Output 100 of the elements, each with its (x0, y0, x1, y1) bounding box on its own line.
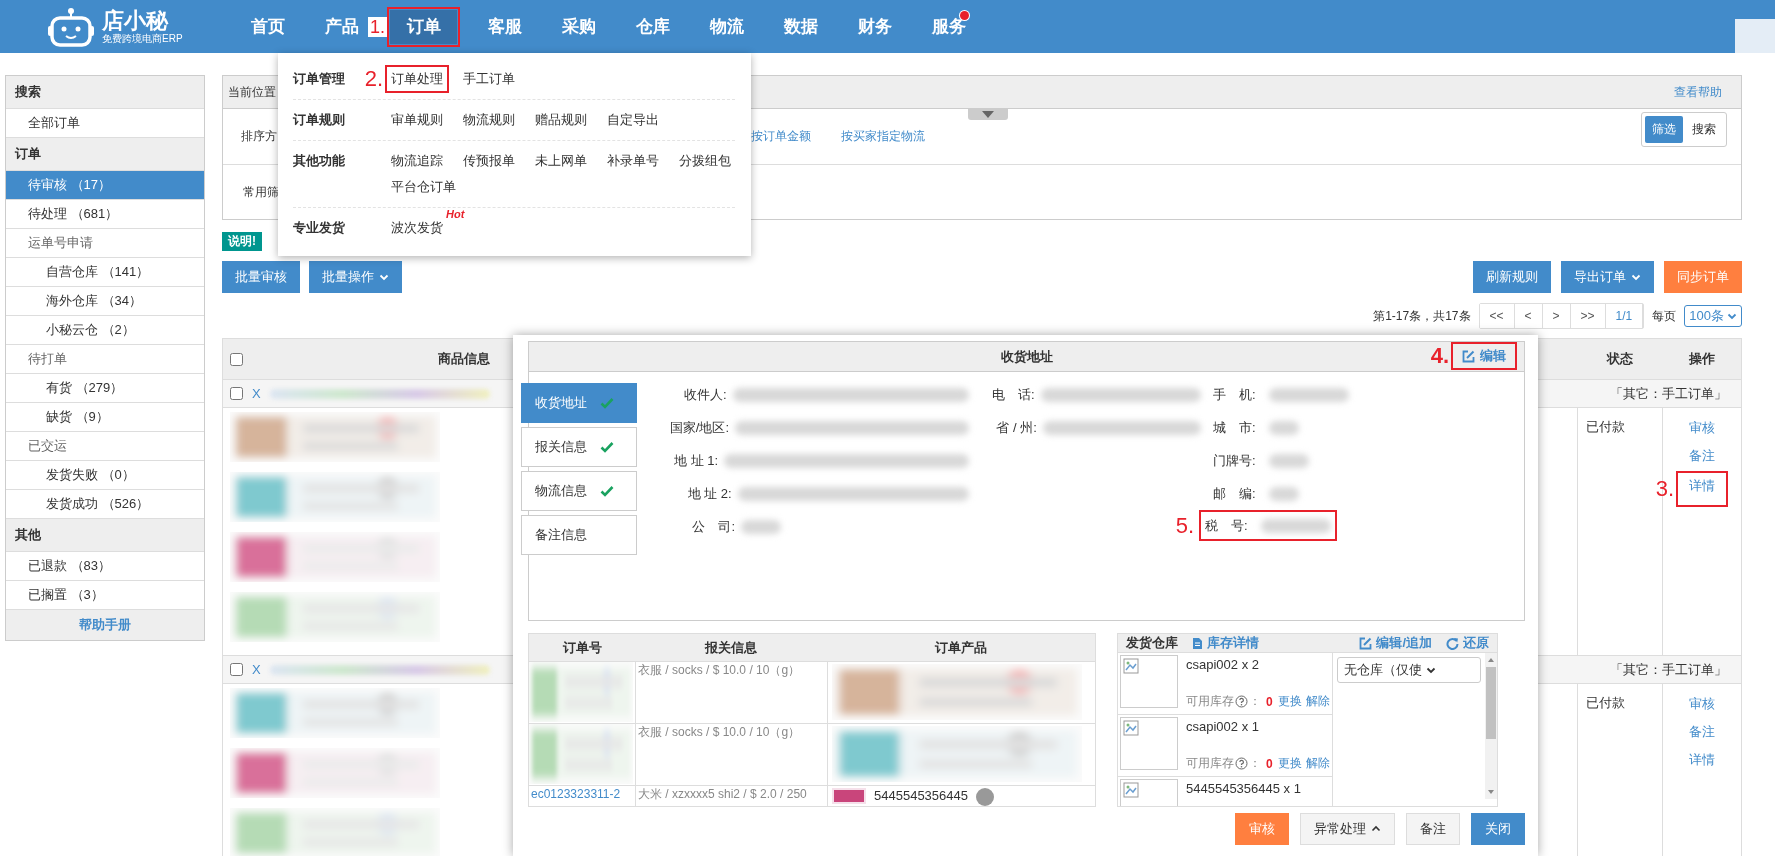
order-number-link[interactable]: ec0123323311-2 (529, 785, 623, 803)
nav-tab[interactable]: 物流 (701, 9, 753, 44)
caret-icon (982, 111, 994, 118)
edit-link[interactable]: 编辑 (1454, 345, 1514, 367)
menu-item[interactable]: 补录单号 (604, 150, 662, 172)
header-link[interactable]: 库存详情 (1192, 634, 1259, 652)
dialog-button[interactable]: 审核 (1235, 813, 1289, 845)
sort-option[interactable]: 按买家指定物流 (841, 128, 925, 145)
menu-item[interactable]: 自定导出 (604, 109, 662, 131)
action-button[interactable]: 导出订单 (1561, 261, 1654, 293)
help-link[interactable]: 查看帮助 (1674, 83, 1722, 101)
header-link[interactable]: 编辑/追加 (1359, 634, 1432, 652)
row-action-link[interactable]: 解除 (1306, 693, 1330, 710)
select-all-checkbox[interactable] (230, 352, 243, 366)
blurred-value (741, 519, 781, 534)
action-link[interactable]: 审核 (1685, 418, 1719, 438)
side-tab[interactable]: 收货地址 (521, 383, 637, 423)
menu-item[interactable]: 赠品规则 (532, 109, 590, 131)
field-label: 手 机: (1213, 385, 1257, 404)
nav-tab[interactable]: 订单 (390, 9, 457, 44)
row-action-link[interactable]: 更换 (1278, 755, 1302, 772)
menu-item[interactable]: 波次发货 (388, 217, 446, 239)
dialog-button[interactable]: 备注 (1406, 813, 1460, 845)
broken-image-icon (1123, 782, 1139, 798)
side-tab[interactable]: 报关信息 (521, 427, 637, 467)
nav-tab[interactable]: 采购 (553, 9, 605, 44)
action-button[interactable]: 同步订单 (1664, 261, 1742, 293)
help-manual-link[interactable]: 帮助手册 (6, 610, 204, 640)
row-action-link[interactable]: 更换 (1278, 693, 1302, 710)
bulk-button[interactable]: 批量操作 (309, 261, 402, 293)
menu-group-title: 订单管理 (293, 70, 345, 88)
pager-button[interactable]: << (1479, 304, 1515, 328)
nav-tab[interactable]: 数据 (775, 9, 827, 44)
menu-item[interactable]: 传预报单 (460, 150, 518, 172)
colon-text: ： (1249, 755, 1261, 772)
column-header: 商品信息 (438, 350, 490, 368)
bulk-button[interactable]: 批量审核 (222, 261, 300, 293)
menu-item[interactable]: 分拨组包 (676, 150, 734, 172)
sort-option[interactable]: 按订单金额 (751, 128, 811, 145)
column-header: 报关信息 (703, 638, 758, 657)
menu-item[interactable]: 未上网单 (532, 150, 590, 172)
menu-item[interactable]: 物流规则 (460, 109, 518, 131)
action-link[interactable]: 备注 (1685, 446, 1719, 466)
nav-tab[interactable]: 服务 (923, 9, 975, 44)
order-source: 「其它：手工订单」 (1610, 660, 1727, 679)
status-cell: 已付款 (1577, 684, 1662, 856)
dialog-button[interactable]: 异常处理 (1300, 813, 1395, 845)
column-header: 操作 (1687, 350, 1716, 368)
info-icon (976, 788, 994, 806)
edit-icon (1462, 349, 1475, 363)
step-number: 5. (1175, 514, 1194, 537)
order-number-link[interactable]: X (252, 386, 261, 401)
nav-tab[interactable]: 财务 (849, 9, 901, 44)
side-tab[interactable]: 备注信息 (521, 515, 637, 555)
help-icon (1235, 757, 1248, 770)
blurred-value (1269, 486, 1299, 501)
broken-image-icon (1123, 720, 1139, 736)
order-checkbox[interactable] (230, 663, 243, 676)
action-link[interactable]: 审核 (1685, 694, 1719, 714)
chevron-down-icon (1727, 311, 1737, 321)
colon-text: ： (1249, 693, 1261, 710)
warehouse-select[interactable]: 无仓库（仅使 (1337, 657, 1481, 683)
order-checkbox[interactable] (230, 387, 243, 400)
blurred-value (1261, 518, 1331, 533)
field-label: 地 址 1: (673, 451, 719, 470)
nav-tab[interactable]: 首页 (242, 9, 294, 44)
stock-count: 0 (1266, 694, 1273, 709)
menu-item[interactable]: 物流追踪 (388, 150, 446, 172)
toggle-tab[interactable]: 筛选 (1645, 116, 1683, 143)
order-number-link[interactable]: X (252, 662, 261, 677)
header-link[interactable]: 还原 (1446, 634, 1489, 652)
document-icon (1192, 636, 1203, 650)
logo-tagline: 免费跨境电商ERP (102, 33, 183, 44)
menu-item[interactable]: 审单规则 (388, 109, 446, 131)
menu-item[interactable]: 订单处理 (388, 68, 446, 90)
row-action-link[interactable]: 解除 (1306, 755, 1330, 772)
action-link[interactable]: 详情 (1679, 474, 1725, 504)
action-link[interactable]: 详情 (1685, 750, 1719, 770)
menu-item[interactable]: 手工订单 (460, 68, 518, 90)
expand-handle[interactable] (968, 109, 1008, 120)
side-tab[interactable]: 物流信息 (521, 471, 637, 511)
sidebar-section-title: 搜索 (6, 76, 204, 109)
hot-tag: Hot (446, 209, 465, 220)
action-button[interactable]: 刷新规则 (1473, 261, 1551, 293)
per-page-select[interactable]: 100条 (1684, 305, 1742, 327)
sidebar-item[interactable]: 待审核 （17） (6, 171, 204, 200)
menu-group-title: 专业发货 (293, 219, 345, 237)
dialog-button[interactable]: 关闭 (1471, 813, 1525, 845)
nav-tab[interactable]: 产品 (316, 9, 368, 44)
sku-quantity: csapi002 x 2 (1186, 657, 1260, 672)
menu-item[interactable]: 平台仓订单 (388, 176, 459, 198)
robot-logo-icon (48, 6, 94, 47)
menu-group-title: 订单规则 (293, 111, 345, 129)
nav-tab[interactable]: 客服 (479, 9, 531, 44)
sort-label: 排序方 (241, 128, 277, 145)
step-number: 1. (368, 16, 387, 37)
field-label: 地 址 2: (686, 484, 732, 503)
stock-label: 可用库存 (1186, 693, 1234, 710)
nav-tab[interactable]: 仓库 (627, 9, 679, 44)
action-link[interactable]: 备注 (1685, 722, 1719, 742)
